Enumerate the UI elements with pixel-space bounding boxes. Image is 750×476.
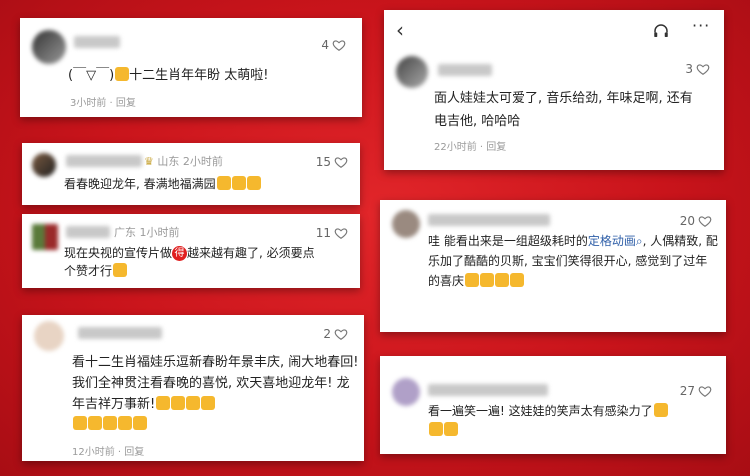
avatar [396,56,428,88]
thumbs-up-icon [510,272,525,287]
comment-text: 哇 能看出来是一组超级耗时的定格动画⌕, 人偶精致, 配乐加了酷酷的贝斯, 宝宝… [428,234,718,288]
heart-icon [334,157,348,168]
comment-card: 4 (￣▽￣) 十二生肖年年盼 太萌啦! 3小时前 · 回复 [20,18,362,117]
like-count: 4 [321,38,329,52]
comment-text: 看十二生肖福娃乐逗新春盼年景丰庆, 闹大地春回! 我们全神贯注看春晚的喜悦, 欢… [72,353,362,436]
avatar [32,224,58,250]
avatar [392,210,420,238]
thumbs-up-icon [186,395,201,410]
username-blurred [66,155,142,167]
back-icon[interactable]: ‹ [396,18,404,42]
like-count: 20 [679,214,695,228]
grin-icon [465,272,480,287]
thumbs-up-icon [444,422,458,437]
thumbs-up-icon [115,67,130,81]
like-button[interactable]: 11 [316,226,348,240]
thumbs-up-icon [429,422,443,437]
like-button[interactable]: 15 [316,155,348,169]
comment-card: 27 看一遍笑一遍! 这娃娃的笑声太有感染力了 [380,356,726,454]
thumbs-up-icon [231,176,246,190]
avatar [392,378,420,406]
heart-icon [698,386,712,397]
heart-icon [696,64,710,75]
emoji-badge: 得 [172,246,188,261]
thumbs-up-icon [246,176,261,190]
heart-icon [334,329,348,340]
comment-card: 20 哇 能看出来是一组超级耗时的定格动画⌕, 人偶精致, 配乐加了酷酷的贝斯,… [380,200,726,332]
thumbs-up-icon [201,395,216,410]
avatar [32,153,56,177]
username-blurred [74,36,120,48]
thumbs-up-icon [216,176,231,190]
thumbs-up-icon [480,272,495,287]
search-link[interactable]: 定格动画 [588,234,636,248]
comment-meta: 12小时前 · 回复 [72,447,145,458]
like-count: 11 [315,226,331,240]
like-count: 2 [323,327,331,341]
thumbs-up-icon [156,395,171,410]
thumbs-up-icon [113,263,128,277]
headphones-icon[interactable] [652,22,670,40]
like-button[interactable]: 2 [323,327,348,341]
comment-card-with-header: ‹ ··· 3 面人娃娃太可爱了, 音乐给劲, 年味足啊, 还有电吉他, 哈哈哈… [384,10,724,170]
clap-icon [118,416,132,431]
username-blurred [438,64,492,76]
clap-icon [73,416,87,431]
like-count: 15 [315,155,331,169]
comment-card: 广东 1小时前 11 现在央视的宣传片做得越来越有趣了, 必须要点 个赞才行 [22,214,360,288]
more-icon[interactable]: ··· [692,16,710,35]
thumbs-up-icon [653,403,668,417]
username-blurred [428,214,550,226]
thumbs-up-icon [171,395,186,410]
screenshot-collage: { "c1": {"likes": "4", "text": "(￣▽￣)", … [0,0,750,476]
comment-text: 面人娃娃太可爱了, 音乐给劲, 年味足啊, 还有电吉他, 哈哈哈 [434,91,693,129]
heart-icon [698,216,712,227]
clap-icon [103,416,117,431]
avatar [34,321,64,351]
heart-icon [332,40,346,51]
like-button[interactable]: 27 [680,384,712,398]
comment-text: 看春晚迎龙年, 春满地福满园 [64,175,261,194]
thumbs-up-icon [495,272,510,287]
location-time: ♛ 山东 2小时前 [144,155,223,168]
comment-text: 现在央视的宣传片做得越来越有趣了, 必须要点 个赞才行 [64,246,315,278]
username-blurred [428,384,548,396]
clap-icon [133,416,147,431]
comment-meta: 3小时前 · 回复 [70,98,136,109]
comment-card: 2 看十二生肖福娃乐逗新春盼年景丰庆, 闹大地春回! 我们全神贯注看春晚的喜悦,… [22,315,364,461]
avatar [32,30,66,64]
comment-text: 看一遍笑一遍! 这娃娃的笑声太有感染力了 [428,402,718,440]
like-button[interactable]: 3 [685,62,710,76]
username-blurred [78,327,162,339]
username-blurred [66,226,110,238]
clap-icon [88,416,102,431]
search-icon[interactable]: ⌕ [636,234,643,248]
like-count: 27 [679,384,695,398]
comment-card: ♛ 山东 2小时前 15 看春晚迎龙年, 春满地福满园 [22,143,360,205]
comment-text: (￣▽￣) 十二生肖年年盼 太萌啦! [68,67,269,83]
location-time: 广东 1小时前 [114,226,180,239]
comment-meta: 22小时前 · 回复 [434,142,507,153]
heart-icon [334,228,348,239]
like-button[interactable]: 20 [680,214,712,228]
like-button[interactable]: 4 [321,38,346,52]
like-count: 3 [685,62,693,76]
